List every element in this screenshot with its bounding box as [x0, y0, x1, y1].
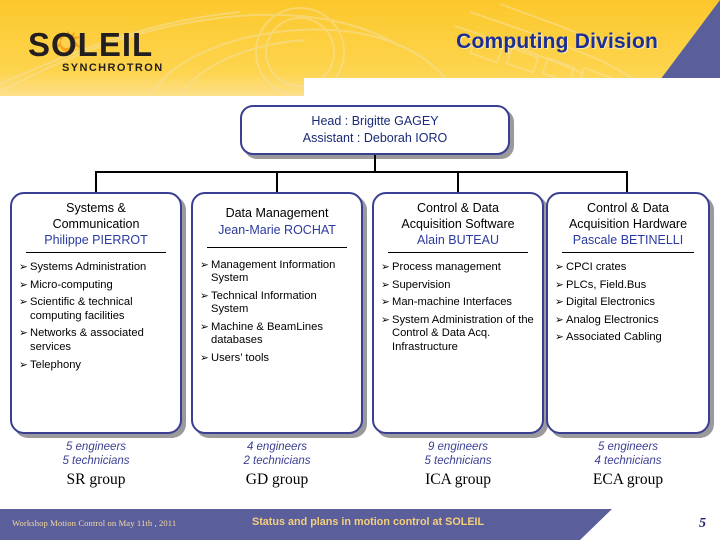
list-item: PLCs, Field.Bus — [555, 279, 704, 293]
footer-presentation-title: Status and plans in motion control at SO… — [252, 516, 485, 528]
slide-footer: Workshop Motion Control on May 11th , 20… — [0, 509, 720, 540]
department-node-control-data-acquisition-hardware: Control & Data Acquisition Hardware Pasc… — [546, 192, 710, 434]
slide-title: Computing Division — [456, 30, 658, 53]
divider — [207, 246, 347, 248]
list-item: Digital Electronics — [555, 296, 704, 310]
department-title-line1: Data Management — [225, 206, 329, 220]
list-item: Telephony — [19, 359, 176, 373]
department-title-line1: Control & Data — [587, 201, 669, 215]
list-item: Associated Cabling — [555, 331, 704, 345]
connector-drop-4 — [626, 171, 628, 192]
list-item: Machine & BeamLines databases — [200, 321, 357, 348]
group-name: ECA group — [592, 471, 664, 488]
department-manager: Pascale BETINELLI — [572, 233, 684, 247]
group-name: ICA group — [425, 471, 491, 488]
list-item: Technical Information System — [200, 290, 357, 317]
list-item: System Administration of the Control & D… — [381, 314, 538, 355]
department-node-systems-communication: Systems & Communication Philippe PIERROT… — [10, 192, 182, 434]
department-manager: Philippe PIERROT — [44, 233, 148, 247]
technician-count: 5 technicians — [62, 455, 130, 467]
department-title-line2: Communication — [52, 216, 140, 231]
logo-subtitle: SYNCHROTRON — [62, 62, 164, 74]
technician-count: 4 technicians — [594, 455, 662, 467]
divider — [26, 252, 166, 253]
department-staffing-ica: 9 engineers 5 technicians ICA group — [372, 440, 544, 489]
connector-drop-1 — [95, 171, 97, 192]
department-node-data-management: Data Management Jean-Marie ROCHAT Manage… — [191, 192, 363, 434]
head-node: Head : Brigitte GAGEY Assistant : Debora… — [240, 105, 510, 155]
list-item: Systems Administration — [19, 261, 176, 275]
department-manager: Jean-Marie ROCHAT — [218, 222, 336, 237]
connector-bus — [95, 171, 628, 173]
technician-count: 2 technicians — [243, 455, 311, 467]
list-item: Networks & associated services — [19, 327, 176, 354]
department-staffing-sr: 5 engineers 5 technicians SR group — [10, 440, 182, 489]
page-number: 5 — [699, 516, 706, 531]
head-name: Head : Brigitte GAGEY — [311, 114, 439, 128]
logo-wordmark: SOLEIL — [28, 26, 154, 63]
slide-header-banner: SOLEIL SYNCHROTRON Computing Division — [0, 0, 720, 96]
list-item: Process management — [381, 261, 538, 275]
department-header: Control & Data Acquisition Hardware Pasc… — [548, 194, 708, 253]
assistant-name: Assistant : Deborah IORO — [302, 131, 448, 145]
divider — [562, 252, 694, 253]
connector-drop-2 — [276, 171, 278, 192]
responsibility-list: CPCI crates PLCs, Field.Bus Digital Elec… — [548, 261, 708, 345]
department-header: Control & Data Acquisition Software Alai… — [374, 194, 542, 253]
org-chart: Head : Brigitte GAGEY Assistant : Debora… — [0, 96, 720, 506]
engineer-count: 5 engineers — [65, 441, 127, 453]
responsibility-list: Process management Supervision Man-machi… — [374, 261, 542, 355]
department-staffing-gd: 4 engineers 2 technicians GD group — [191, 440, 363, 489]
department-header: Data Management Jean-Marie ROCHAT — [193, 194, 361, 248]
list-item: Micro-computing — [19, 279, 176, 293]
soleil-logo: SOLEIL SYNCHROTRON — [28, 28, 213, 80]
header-white-notch — [304, 78, 720, 96]
list-item: Man-machine Interfaces — [381, 296, 538, 310]
list-item: Management Information System — [200, 259, 357, 286]
responsibility-list: Management Information System Technical … — [193, 259, 361, 366]
department-title-line1: Systems & — [66, 201, 126, 215]
group-name: GD group — [245, 471, 309, 488]
technician-count: 5 technicians — [424, 455, 492, 467]
department-staffing-eca: 5 engineers 4 technicians ECA group — [546, 440, 710, 489]
footer-event-label: Workshop Motion Control on May 11th , 20… — [12, 518, 177, 528]
engineer-count: 9 engineers — [427, 441, 489, 453]
connector-trunk — [374, 155, 376, 172]
list-item: CPCI crates — [555, 261, 704, 275]
department-title-line1: Control & Data — [417, 201, 499, 215]
divider — [388, 252, 528, 253]
list-item: Users’ tools — [200, 352, 357, 366]
department-title-line2: Acquisition Software — [401, 216, 515, 231]
department-header: Systems & Communication Philippe PIERROT — [12, 194, 180, 253]
department-node-control-data-acquisition-software: Control & Data Acquisition Software Alai… — [372, 192, 544, 434]
department-manager: Alain BUTEAU — [417, 233, 499, 247]
engineer-count: 5 engineers — [597, 441, 659, 453]
connector-drop-3 — [457, 171, 459, 192]
engineer-count: 4 engineers — [246, 441, 308, 453]
list-item: Analog Electronics — [555, 314, 704, 328]
list-item: Supervision — [381, 279, 538, 293]
group-name: SR group — [66, 471, 126, 488]
responsibility-list: Systems Administration Micro-computing S… — [12, 261, 180, 372]
list-item: Scientific & technical computing facilit… — [19, 296, 176, 323]
department-title-line2: Acquisition Hardware — [568, 216, 688, 231]
